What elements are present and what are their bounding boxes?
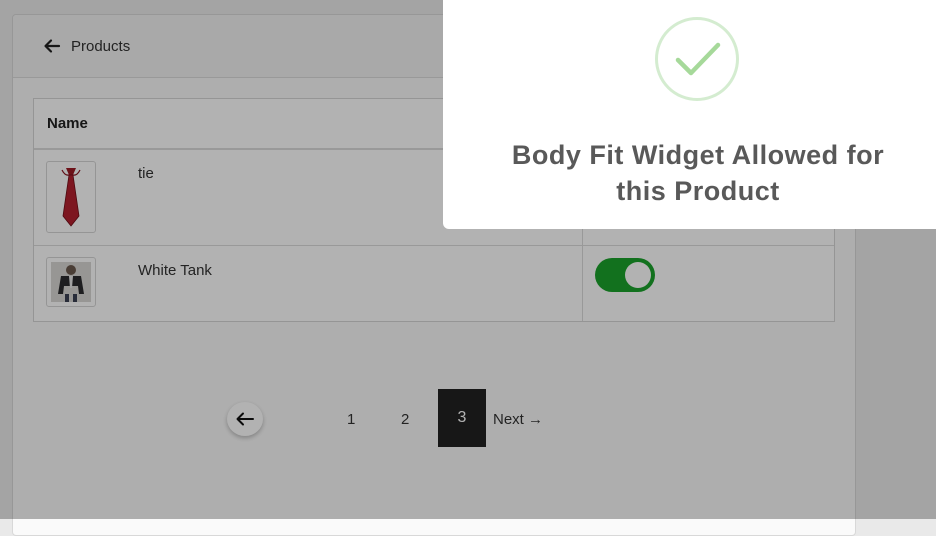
success-toast: Body Fit Widget Allowed for this Product	[443, 0, 936, 229]
toast-message: Body Fit Widget Allowed for this Product	[511, 140, 885, 206]
check-circle-icon	[655, 17, 739, 101]
